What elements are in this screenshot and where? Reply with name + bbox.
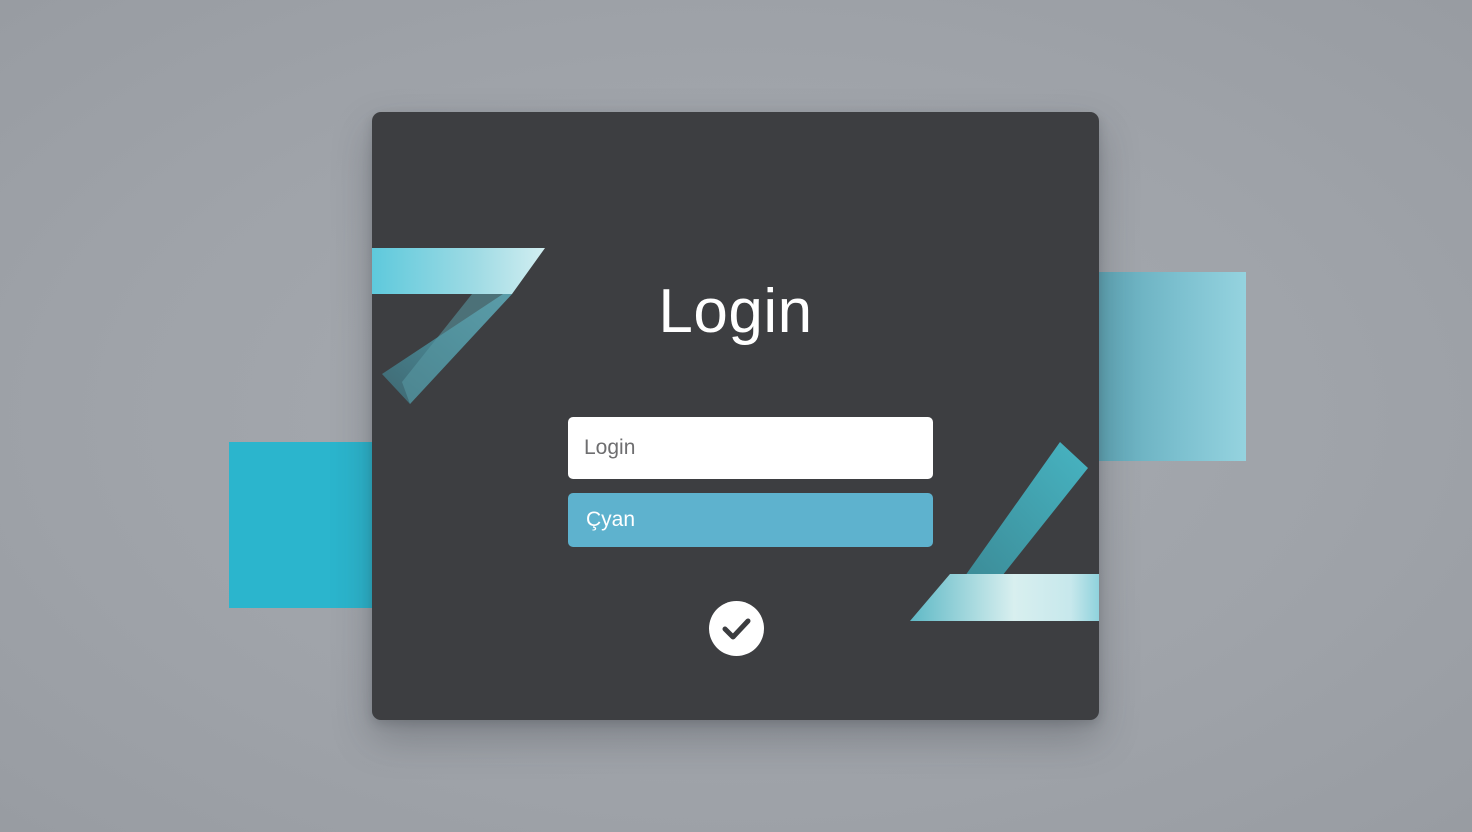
- decorative-teal-panel: [1096, 272, 1246, 461]
- cyan-field[interactable]: Çyan: [568, 493, 933, 547]
- cyan-field-value: Çyan: [586, 508, 636, 531]
- login-input[interactable]: [568, 417, 933, 479]
- bottom-ribbon-diagonal: [965, 442, 1088, 576]
- check-icon: [722, 618, 751, 640]
- page-title: Login: [658, 277, 813, 346]
- confirm-button[interactable]: [709, 601, 764, 656]
- login-card: Login Çyan: [372, 112, 1099, 720]
- bottom-ribbon-band: [910, 574, 1099, 621]
- decorative-cyan-square: [229, 442, 375, 608]
